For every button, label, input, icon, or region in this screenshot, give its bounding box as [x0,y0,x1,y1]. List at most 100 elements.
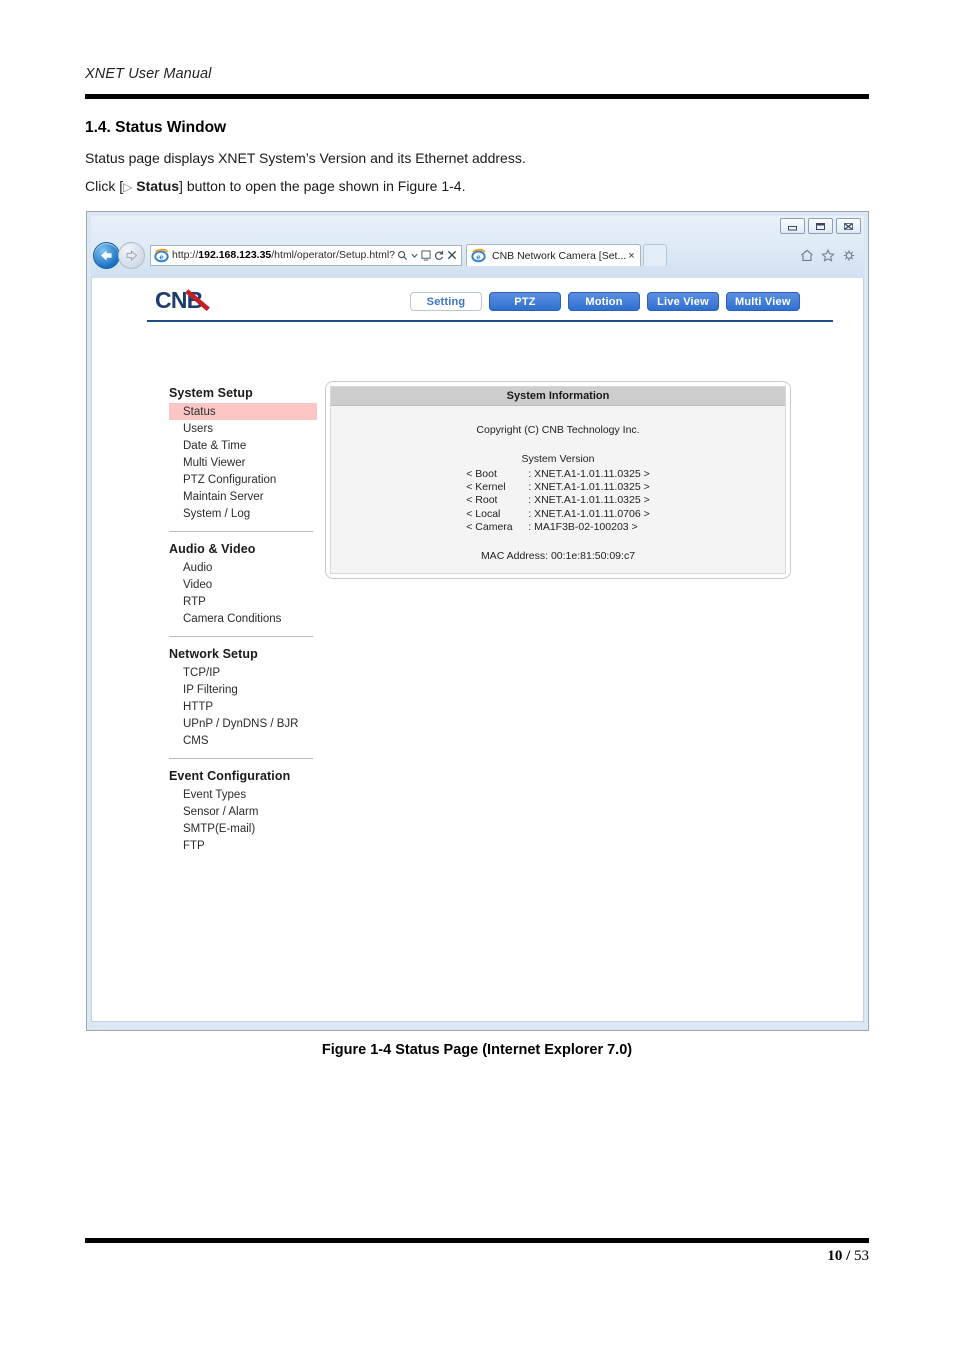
cnb-logo: CNB CNB [155,288,210,313]
close-icon[interactable] [836,218,861,234]
site-header: CNB CNB Setting PTZ Motion Live View Mul… [92,278,863,324]
instruction-suffix: ] button to open the page shown in Figur… [179,178,466,194]
sidebar-item-cms[interactable]: CMS [169,732,317,749]
sidebar: System Setup Status Users Date & Time Mu… [169,386,317,858]
sidebar-item-sensor-alarm[interactable]: Sensor / Alarm [169,803,317,820]
sidebar-item-system-log[interactable]: System / Log [169,505,317,522]
sidebar-item-multi-viewer[interactable]: Multi Viewer [169,454,317,471]
nav-button-multi-view[interactable]: Multi View [726,292,800,311]
version-name: < Boot [466,468,497,480]
browser-chrome: e http://192.168.123.35/html/operator/Se… [91,216,864,278]
figure-caption: Figure 1-4 Status Page (Internet Explore… [321,1042,633,1058]
version-value: : XNET.A1-1.01.11.0325 > [528,494,650,507]
close-icon[interactable]: × [626,250,636,262]
system-information-title: System Information [331,387,785,406]
tab-title: CNB Network Camera [Set... [492,249,627,262]
maximize-icon[interactable] [808,218,833,234]
version-name: < Camera [466,520,513,533]
url-text: http://192.168.123.35/html/operator/Setu… [172,249,397,261]
svg-text:e: e [159,252,163,261]
instruction-paragraph: Click [▷ Status] button to open the page… [85,178,465,194]
url-scheme: http:// [172,249,199,261]
sidebar-group-audio-video: Audio & Video Audio Video RTP Camera Con… [169,542,317,627]
header-divider-rule [85,94,869,99]
instruction-prefix: Click [ [85,178,124,194]
nav-button-ptz[interactable]: PTZ [489,292,561,311]
system-version-list: < Boot : XNET.A1-1.01.11.0325 > < Kernel… [466,468,650,534]
browser-tab[interactable]: e CNB Network Camera [Set... × [466,244,641,266]
sidebar-group-title: Network Setup [169,647,258,661]
chevron-down-icon[interactable] [411,252,418,259]
nav-button-live-view[interactable]: Live View [647,292,719,311]
sidebar-item-rtp[interactable]: RTP [169,593,317,610]
forward-icon[interactable] [118,241,145,269]
sidebar-group-title: System Setup [169,386,253,400]
sidebar-item-maintain-server[interactable]: Maintain Server [169,488,317,505]
version-name: < Kernel [466,481,506,494]
sidebar-item-http[interactable]: HTTP [169,698,317,715]
page-title: 1.4. Status Window [85,119,227,136]
home-icon[interactable] [800,249,814,262]
browser-window-figure: e http://192.168.123.35/html/operator/Se… [86,211,869,1031]
version-value: : XNET.A1-1.01.11.0325 > [528,481,650,494]
system-information-inner: System Information Copyright (C) CNB Tec… [330,386,786,574]
header-rule [147,320,833,322]
sidebar-item-ip-filtering[interactable]: IP Filtering [169,681,317,698]
page-viewport: CNB CNB Setting PTZ Motion Live View Mul… [91,278,864,1022]
running-header: XNET User Manual [85,66,212,82]
footer-divider-rule [85,1238,869,1243]
sidebar-item-ptz-configuration[interactable]: PTZ Configuration [169,471,317,488]
sidebar-item-status[interactable]: Status [169,403,317,420]
triangle-icon: ▷ [123,180,133,194]
page-separator: / [846,1248,851,1264]
sidebar-item-smtp-email[interactable]: SMTP(E-mail) [169,820,317,837]
version-value: : MA1F3B-02-100203 > [528,520,638,533]
sidebar-item-tcp-ip[interactable]: TCP/IP [169,664,317,681]
refresh-icon[interactable] [434,250,444,261]
back-icon[interactable] [93,241,120,269]
sidebar-item-users[interactable]: Users [169,420,317,437]
sidebar-item-upnp-dyndns-bjr[interactable]: UPnP / DynDNS / BJR [169,715,317,732]
copyright-text: Copyright (C) CNB Technology Inc. [476,424,640,436]
version-row: < Camera : MA1F3B-02-100203 > [466,521,650,534]
new-tab-button[interactable] [642,244,667,266]
sidebar-divider [169,758,313,759]
address-bar[interactable]: e http://192.168.123.35/html/operator/Se… [150,244,462,266]
star-icon[interactable] [821,248,835,262]
sidebar-item-date-time[interactable]: Date & Time [169,437,317,454]
main-navigation: Setting PTZ Motion Live View Multi View [410,292,800,311]
url-host: 192.168.123.35 [198,249,272,261]
sidebar-group-title: Event Configuration [169,769,291,783]
version-row: < Local : XNET.A1-1.01.11.0706 > [466,508,650,521]
version-row: < Root : XNET.A1-1.01.11.0325 > [466,494,650,507]
version-row: < Boot : XNET.A1-1.01.11.0325 > [466,468,650,481]
sidebar-divider [169,531,313,532]
sidebar-item-video[interactable]: Video [169,576,317,593]
version-row: < Kernel : XNET.A1-1.01.11.0325 > [466,481,650,494]
mac-address-text: MAC Address: 00:1e:81:50:09:c7 [480,550,636,563]
browser-navigation-row: e http://192.168.123.35/html/operator/Se… [93,238,862,272]
sidebar-item-event-types[interactable]: Event Types [169,786,317,803]
nav-button-setting[interactable]: Setting [410,292,482,311]
gear-icon[interactable] [842,249,856,262]
document-page: XNET User Manual 1.4. Status Window Stat… [0,0,954,1350]
current-page: 10 [827,1248,843,1264]
sidebar-item-camera-conditions[interactable]: Camera Conditions [169,610,317,627]
system-information-body: Copyright (C) CNB Technology Inc. System… [331,406,785,563]
compatibility-view-icon[interactable] [421,249,431,261]
window-controls [780,218,861,234]
total-pages: 53 [854,1248,869,1264]
browser-toolbar-icons [800,248,862,262]
nav-button-motion[interactable]: Motion [568,292,640,311]
intro-paragraph: Status page displays XNET System’s Versi… [85,150,526,166]
stop-icon[interactable] [447,250,457,260]
search-icon[interactable] [397,250,408,261]
sidebar-item-audio[interactable]: Audio [169,559,317,576]
system-version-heading: System Version [521,453,595,465]
version-name: < Root [466,494,498,507]
sidebar-divider [169,636,313,637]
sidebar-item-ftp[interactable]: FTP [169,837,317,854]
system-information-panel: System Information Copyright (C) CNB Tec… [325,381,791,579]
sidebar-group-network-setup: Network Setup TCP/IP IP Filtering HTTP U… [169,647,317,749]
minimize-icon[interactable] [780,218,805,234]
